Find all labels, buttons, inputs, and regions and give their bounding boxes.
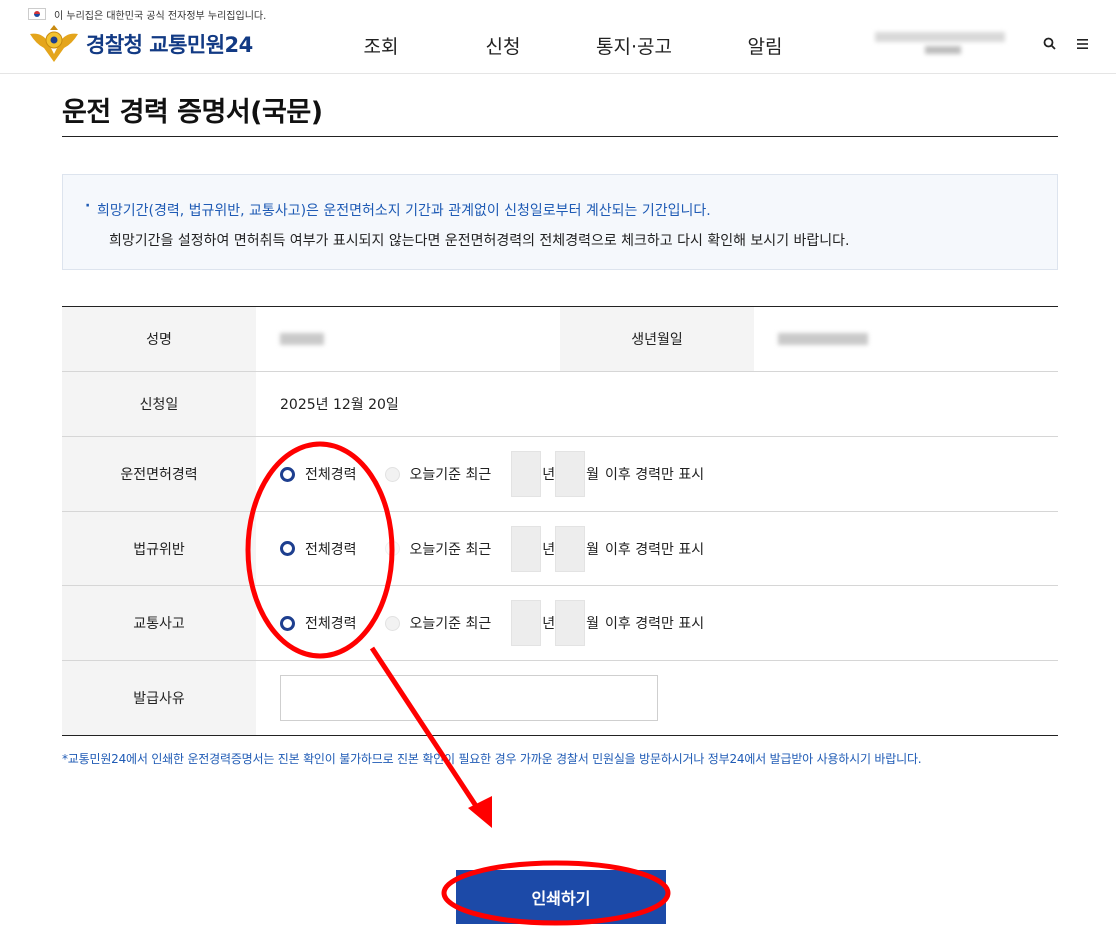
name-label: 성명	[62, 307, 256, 371]
radio-unchecked-icon	[384, 541, 400, 556]
certificate-form: 성명 생년월일 신청일 2025년 12월 20일 운전면허경력 전체경력 오늘…	[62, 306, 1058, 736]
menu-icon[interactable]	[1075, 36, 1091, 52]
gov-banner: 이 누리집은 대한민국 공식 전자정부 누리집입니다.	[28, 6, 266, 22]
accident-suffix: 이후 경력만 표시	[605, 616, 705, 632]
radio-checked-icon	[280, 615, 295, 631]
violation-suffix: 이후 경력만 표시	[605, 541, 705, 558]
notice-box: 희망기간(경력, 법규위반, 교통사고)은 운전면허소지 기간과 관계없이 신청…	[62, 174, 1058, 270]
violation-label: 법규위반	[62, 512, 256, 585]
radio-unchecked-icon	[384, 615, 400, 631]
footnote: *교통민원24에서 인쇄한 운전경력증명서는 진본 확인이 불가하므로 진본 확…	[62, 752, 922, 766]
accident-all-radio[interactable]: 전체경력	[280, 613, 357, 633]
apply-date-label: 신청일	[62, 372, 256, 436]
accident-month-input[interactable]	[555, 600, 586, 646]
year-unit: 년	[542, 541, 556, 558]
license-recent-label: 오늘기준 최근	[409, 467, 492, 483]
apply-date-value: 2025년 12월 20일	[280, 397, 399, 413]
annotation-arrow-head	[468, 796, 492, 828]
accident-label: 교통사고	[62, 586, 256, 660]
month-unit: 월	[586, 616, 600, 632]
site-logo[interactable]: 경찰청 교통민원24	[28, 24, 253, 64]
user-info-blurred	[865, 24, 1025, 64]
violation-all-radio[interactable]: 전체경력	[280, 539, 357, 559]
print-button[interactable]: 인쇄하기	[456, 870, 666, 924]
radio-checked-icon	[280, 466, 295, 482]
main-nav: 조회 신청 통지·공고 알림	[320, 30, 826, 61]
year-unit: 년	[542, 467, 556, 483]
form-row-name: 성명 생년월일	[62, 307, 1058, 372]
notice-line-1: 희망기간(경력, 법규위반, 교통사고)은 운전면허소지 기간과 관계없이 신청…	[85, 198, 1057, 220]
notice-line-2: 희망기간을 설정하여 면허취득 여부가 표시되지 않는다면 운전면허경력의 전체…	[109, 233, 850, 249]
accident-all-label: 전체경력	[305, 616, 357, 632]
police-emblem-icon	[28, 24, 80, 64]
birth-label: 생년월일	[560, 307, 754, 371]
form-row-license-history: 운전면허경력 전체경력 오늘기준 최근 년 월 이후 경력만 표시	[62, 437, 1058, 512]
accident-recent-label: 오늘기준 최근	[409, 616, 492, 632]
accident-year-input[interactable]	[511, 600, 542, 646]
page-title: 운전 경력 증명서(국문)	[62, 97, 323, 128]
violation-month-input[interactable]	[555, 525, 586, 572]
license-recent-radio[interactable]: 오늘기준 최근	[384, 464, 492, 484]
nav-item-notice[interactable]: 통지·공고	[564, 30, 704, 61]
month-unit: 월	[586, 541, 600, 558]
form-row-apply-date: 신청일 2025년 12월 20일	[62, 372, 1058, 437]
violation-year-input[interactable]	[511, 525, 542, 572]
violation-all-label: 전체경력	[305, 541, 357, 558]
nav-item-apply[interactable]: 신청	[442, 30, 564, 61]
nav-item-alerts[interactable]: 알림	[704, 30, 826, 61]
month-unit: 월	[586, 467, 600, 483]
logo-text: 경찰청 교통민원24	[86, 33, 253, 57]
form-row-reason: 발급사유	[62, 661, 1058, 735]
license-all-radio[interactable]: 전체경력	[280, 464, 357, 484]
form-row-violation: 법규위반 전체경력 오늘기준 최근 년 월 이후 경력만 표시	[62, 512, 1058, 586]
reason-input[interactable]	[280, 675, 658, 721]
birth-value-blurred	[754, 307, 1058, 371]
reason-label: 발급사유	[62, 661, 256, 735]
license-month-input[interactable]	[555, 451, 586, 497]
site-header: 경찰청 교통민원24 조회 신청 통지·공고 알림	[0, 22, 1116, 74]
title-divider	[62, 136, 1058, 137]
violation-recent-radio[interactable]: 오늘기준 최근	[384, 539, 492, 559]
year-unit: 년	[542, 616, 556, 632]
korean-flag-icon	[28, 8, 46, 20]
name-value-blurred	[256, 307, 560, 371]
license-history-label: 운전면허경력	[62, 437, 256, 511]
radio-checked-icon	[280, 541, 295, 556]
violation-recent-label: 오늘기준 최근	[409, 541, 492, 558]
accident-recent-radio[interactable]: 오늘기준 최근	[384, 613, 492, 633]
nav-item-inquiry[interactable]: 조회	[320, 30, 442, 61]
radio-unchecked-icon	[384, 466, 400, 482]
license-all-label: 전체경력	[305, 467, 357, 483]
form-row-accident: 교통사고 전체경력 오늘기준 최근 년 월 이후 경력만 표시	[62, 586, 1058, 661]
gov-banner-text: 이 누리집은 대한민국 공식 전자정부 누리집입니다.	[54, 10, 267, 22]
license-year-input[interactable]	[511, 451, 542, 497]
search-icon[interactable]	[1042, 36, 1058, 52]
license-suffix: 이후 경력만 표시	[605, 467, 705, 483]
